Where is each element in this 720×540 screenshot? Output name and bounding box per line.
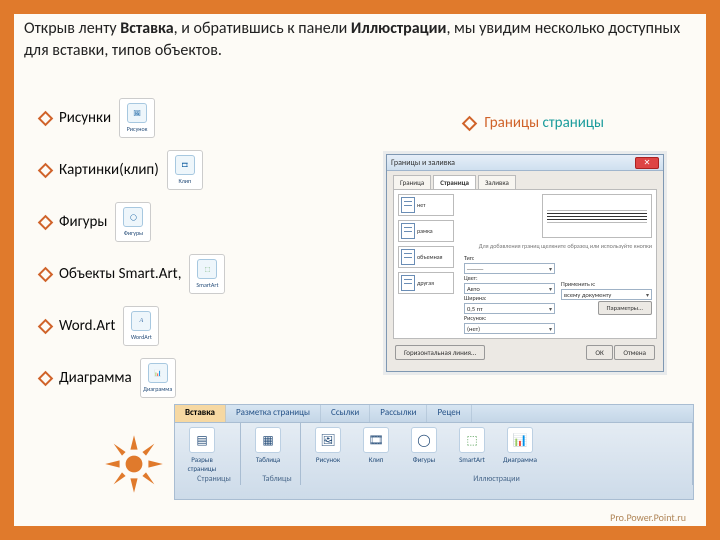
border-preview — [542, 194, 652, 238]
ribbon-page-break[interactable]: ▤ Разрыв страницы — [181, 427, 223, 473]
color-label: Цвет: — [464, 274, 555, 282]
width-combo[interactable]: 0,5 пт▾ — [464, 303, 555, 314]
chevron-down-icon: ▾ — [549, 305, 552, 313]
ribbon-tab-layout[interactable]: Разметка страницы — [226, 405, 321, 422]
ribbon-tab-insert[interactable]: Вставка — [175, 405, 226, 422]
footer-credit: Pro.Power.Point.ru — [610, 511, 686, 524]
width-label: Ширина: — [464, 294, 555, 302]
ribbon-shapes[interactable]: ◯Фигуры — [403, 427, 445, 464]
ribbon-table[interactable]: ▦ Таблица — [247, 427, 289, 464]
chevron-down-icon: ▾ — [549, 285, 552, 293]
apply-combo[interactable]: всему документу▾ — [561, 289, 652, 300]
cancel-button[interactable]: Отмена — [614, 345, 655, 360]
list-item-label: Word.Art — [59, 317, 115, 335]
diamond-bullet-icon — [38, 266, 54, 282]
object-types-list: Рисунки 🖼Рисунок Картинки(клип) 🎞Клип Фи… — [40, 98, 225, 410]
list-item-label: Рисунки — [59, 109, 111, 127]
list-item-label: Объекты Smart.Art, — [59, 265, 181, 283]
list-item-label: Фигуры — [59, 213, 107, 231]
color-combo[interactable]: Авто▾ — [464, 283, 555, 294]
list-item: Картинки(клип) 🎞Клип — [40, 150, 225, 190]
ribbon-clip[interactable]: 🎞Клип — [355, 427, 397, 464]
chart-icon: 📊Диаграмма — [140, 358, 176, 398]
list-item: Диаграмма 📊Диаграмма — [40, 358, 225, 398]
list-item: Фигуры ◯Фигуры — [40, 202, 225, 242]
tab-page[interactable]: Страница — [433, 175, 476, 189]
ribbon-group-tables-label: Таблицы — [247, 474, 307, 484]
preview-hint: Для добавления границ щелкните образец и… — [464, 242, 652, 250]
border-preset-none[interactable]: нет — [398, 194, 454, 216]
ribbon-smartart[interactable]: ⬚SmartArt — [451, 427, 493, 464]
diamond-bullet-icon — [38, 318, 54, 334]
list-item: Рисунки 🖼Рисунок — [40, 98, 225, 138]
list-item: Объекты Smart.Art, ⬚SmartArt — [40, 254, 225, 294]
ribbon-picture[interactable]: 🖼Рисунок — [307, 427, 349, 464]
options-button[interactable]: Параметры... — [598, 301, 652, 315]
slide-title: Открыв ленту Вставка, и обратившись к па… — [24, 18, 696, 61]
list-item: Word.Art AWordArt — [40, 306, 225, 346]
sun-decoration-icon — [104, 434, 164, 494]
tab-border[interactable]: Граница — [393, 175, 431, 189]
clip-icon: 🎞Клип — [167, 150, 203, 190]
shapes-icon: ◯Фигуры — [115, 202, 151, 242]
page-borders-heading: Границы страницы — [464, 114, 604, 132]
type-combo[interactable]: ─────▾ — [464, 263, 555, 274]
diamond-bullet-icon — [38, 370, 54, 386]
list-item-label: Картинки(клип) — [59, 161, 159, 179]
list-item-label: Диаграмма — [59, 369, 132, 387]
diamond-bullet-icon — [462, 116, 478, 132]
close-button[interactable]: ✕ — [635, 157, 659, 169]
ribbon-tab-mailings[interactable]: Рассылки — [370, 405, 427, 422]
border-preset-other[interactable]: другая — [398, 272, 454, 294]
clip-icon: 🎞 — [363, 427, 389, 453]
tab-fill[interactable]: Заливка — [478, 175, 516, 189]
dialog-title: Границы и заливка — [391, 158, 455, 168]
ok-button[interactable]: ОК — [586, 345, 612, 360]
ribbon-chart[interactable]: 📊Диаграмма — [499, 427, 541, 464]
hline-button[interactable]: Горизонтальная линия... — [395, 345, 485, 360]
diamond-bullet-icon — [38, 214, 54, 230]
smartart-icon: ⬚SmartArt — [189, 254, 225, 294]
apply-label: Применить к: — [561, 280, 652, 288]
border-preset-3d[interactable]: объемная — [398, 246, 454, 268]
picture-icon: 🖼 — [315, 427, 341, 453]
ribbon-tab-references[interactable]: Ссылки — [321, 405, 370, 422]
word-ribbon: Вставка Разметка страницы Ссылки Рассылк… — [174, 404, 694, 500]
smartart-icon: ⬚ — [459, 427, 485, 453]
chevron-down-icon: ▾ — [549, 325, 552, 333]
art-combo[interactable]: (нет)▾ — [464, 323, 555, 334]
shapes-icon: ◯ — [411, 427, 437, 453]
art-label: Рисунок: — [464, 314, 555, 322]
diamond-bullet-icon — [38, 110, 54, 126]
ribbon-tab-review[interactable]: Рецен — [427, 405, 471, 422]
chevron-down-icon: ▾ — [646, 291, 649, 299]
ribbon-group-pages-label: Страницы — [181, 474, 247, 484]
page-break-icon: ▤ — [189, 427, 215, 453]
ribbon-group-illustrations-label: Иллюстрации — [301, 474, 692, 484]
diamond-bullet-icon — [38, 162, 54, 178]
border-preset-box[interactable]: рамка — [398, 220, 454, 242]
wordart-icon: AWordArt — [123, 306, 159, 346]
chart-icon: 📊 — [507, 427, 533, 453]
chevron-down-icon: ▾ — [549, 265, 552, 273]
type-label: Тип: — [464, 254, 555, 262]
table-icon: ▦ — [255, 427, 281, 453]
borders-shading-dialog: Границы и заливка ✕ Граница Страница Зал… — [386, 154, 664, 372]
picture-icon: 🖼Рисунок — [119, 98, 155, 138]
